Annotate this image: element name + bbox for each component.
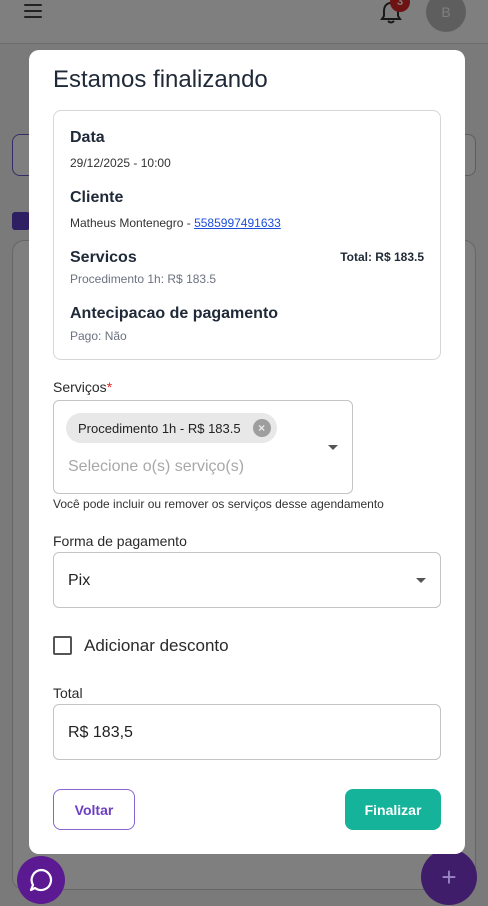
chat-button[interactable]	[17, 856, 65, 904]
chat-icon	[29, 868, 53, 892]
back-button[interactable]: Voltar	[53, 789, 135, 830]
date-value: 29/12/2025 - 10:00	[70, 156, 171, 170]
prepayment-label: Antecipacao de pagamento	[70, 305, 279, 322]
date-label: Data	[70, 129, 105, 146]
services-multiselect[interactable]: Procedimento 1h - R$ 183.5 × Selecione o…	[53, 400, 353, 494]
total-value: R$ 183,5	[68, 724, 133, 741]
payment-field-label: Forma de pagamento	[53, 533, 187, 549]
services-placeholder: Selecione o(s) serviço(s)	[68, 458, 245, 475]
chevron-down-icon[interactable]	[416, 578, 426, 583]
discount-label[interactable]: Adicionar desconto	[84, 636, 229, 656]
add-button[interactable]: +	[421, 849, 477, 905]
chip-remove-icon[interactable]: ×	[252, 419, 271, 437]
services-helper-text: Você pode incluir ou remover os serviços…	[53, 497, 384, 511]
client-name: Matheus Montenegro -	[70, 216, 195, 230]
plus-icon: +	[441, 861, 457, 892]
required-mark: *	[106, 379, 113, 395]
payment-method-value: Pix	[68, 572, 91, 589]
total-input[interactable]: R$ 183,5	[53, 704, 441, 760]
service-chip[interactable]: Procedimento 1h - R$ 183.5 ×	[66, 413, 277, 443]
client-label: Cliente	[70, 189, 124, 206]
services-detail: Procedimento 1h: R$ 183.5	[70, 272, 217, 286]
services-label: Servicos	[70, 249, 137, 266]
total-field-label: Total	[53, 685, 83, 701]
services-field-label-text: Serviços	[53, 379, 107, 395]
appointment-summary: Data 29/12/2025 - 10:00 Cliente Matheus …	[53, 110, 441, 360]
client-phone-link[interactable]: 5585997491633	[194, 216, 281, 230]
discount-checkbox[interactable]	[53, 636, 72, 655]
payment-method-select[interactable]: Pix	[53, 552, 441, 608]
client-value: Matheus Montenegro - 5585997491633	[70, 216, 281, 230]
finalize-modal: Estamos finalizando Data 29/12/2025 - 10…	[29, 50, 465, 854]
services-total: Total: R$ 183.5	[340, 250, 424, 264]
service-chip-label: Procedimento 1h - R$ 183.5	[78, 420, 241, 436]
finish-button[interactable]: Finalizar	[345, 789, 441, 830]
chevron-down-icon[interactable]	[328, 445, 338, 450]
prepayment-value: Pago: Não	[70, 329, 127, 343]
services-field-label: Serviços*	[53, 379, 112, 395]
modal-title: Estamos finalizando	[53, 66, 268, 93]
